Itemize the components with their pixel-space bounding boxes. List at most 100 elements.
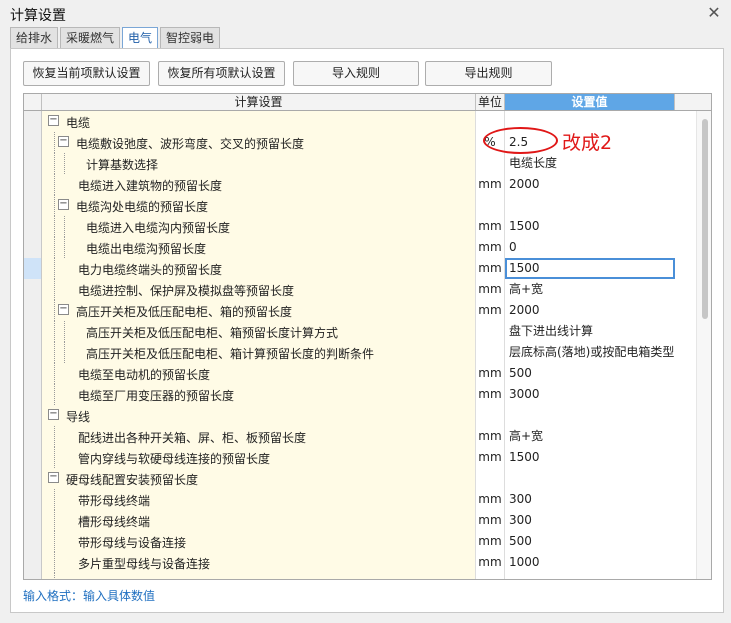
tab-smart-low-voltage[interactable]: 智控弱电 [160, 27, 221, 48]
setting-name-cell[interactable]: 多片重型母线与设备连接 [42, 552, 476, 573]
setting-value-cell[interactable]: 盘下进出线计算 [505, 321, 675, 342]
table-row[interactable]: − 电缆沟处电缆的预留长度 [24, 195, 675, 216]
export-rules-button[interactable]: 导出规则 [425, 61, 552, 86]
row-indicator[interactable] [24, 258, 42, 279]
close-icon[interactable]: ✕ [705, 4, 723, 22]
table-row[interactable]: 电缆进入电缆沟内预留长度 mm 1500 [24, 216, 675, 237]
setting-value-cell[interactable]: 1500 [505, 447, 675, 468]
table-row[interactable]: 配线进出各种开关箱、屏、柜、板预留长度 mm 高+宽 [24, 426, 675, 447]
setting-name-cell[interactable]: 电缆至厂用变压器的预留长度 [42, 384, 476, 405]
row-indicator[interactable] [24, 174, 42, 195]
collapse-icon[interactable]: − [58, 136, 69, 147]
setting-name-cell[interactable]: 电缆至电动机的预留长度 [42, 363, 476, 384]
row-indicator[interactable] [24, 384, 42, 405]
table-row[interactable]: 带形母线终端 mm 300 [24, 489, 675, 510]
tab-plumbing[interactable]: 给排水 [10, 27, 59, 48]
scrollbar-thumb[interactable] [702, 119, 708, 319]
setting-name-cell[interactable]: − 电缆 [42, 111, 476, 132]
table-row[interactable]: 电力电缆终端头的预留长度 mm 1500 [24, 258, 675, 279]
setting-name-cell[interactable]: 配线进出各种开关箱、屏、柜、板预留长度 [42, 426, 476, 447]
setting-name-cell[interactable]: 槽形母线终端 [42, 510, 476, 531]
row-indicator[interactable] [24, 195, 42, 216]
collapse-icon[interactable]: − [48, 409, 59, 420]
row-indicator[interactable] [24, 216, 42, 237]
table-row[interactable]: 高压开关柜及低压配电柜、箱计算预留长度的判断条件 层底标高(落地)或按配电箱类型 [24, 342, 675, 363]
setting-name-cell[interactable]: 带形母线与设备连接 [42, 531, 476, 552]
row-indicator[interactable] [24, 510, 42, 531]
setting-value-cell[interactable]: 300 [505, 489, 675, 510]
setting-value-cell[interactable]: 300 [505, 510, 675, 531]
row-indicator[interactable] [24, 426, 42, 447]
row-indicator[interactable] [24, 573, 42, 579]
table-row[interactable]: 电缆进控制、保护屏及模拟盘等预留长度 mm 高+宽 [24, 279, 675, 300]
row-indicator[interactable] [24, 132, 42, 153]
setting-name-cell[interactable] [42, 573, 476, 579]
table-row[interactable] [24, 573, 675, 579]
setting-name-cell[interactable]: − 导线 [42, 405, 476, 426]
table-row[interactable]: 计算基数选择 电缆长度 [24, 153, 675, 174]
collapse-icon[interactable]: − [58, 304, 69, 315]
setting-value-cell[interactable] [505, 573, 675, 579]
row-indicator[interactable] [24, 321, 42, 342]
setting-value-cell[interactable] [505, 405, 675, 426]
row-indicator[interactable] [24, 300, 42, 321]
setting-value-cell[interactable] [505, 468, 675, 489]
setting-value-cell[interactable]: 2000 [505, 174, 675, 195]
setting-name-cell[interactable]: 电缆进入电缆沟内预留长度 [42, 216, 476, 237]
setting-value-cell[interactable]: 高+宽 [505, 279, 675, 300]
row-indicator[interactable] [24, 237, 42, 258]
row-indicator[interactable] [24, 405, 42, 426]
setting-name-cell[interactable]: − 电缆敷设弛度、波形弯度、交叉的预留长度 [42, 132, 476, 153]
setting-name-cell[interactable]: 高压开关柜及低压配电柜、箱预留长度计算方式 [42, 321, 476, 342]
table-row[interactable]: 带形母线与设备连接 mm 500 [24, 531, 675, 552]
collapse-icon[interactable]: − [58, 199, 69, 210]
setting-value-cell[interactable]: 1500 [505, 258, 675, 279]
table-row[interactable]: 槽形母线终端 mm 300 [24, 510, 675, 531]
setting-value-cell[interactable]: 3000 [505, 384, 675, 405]
restore-current-default-button[interactable]: 恢复当前项默认设置 [23, 61, 150, 86]
collapse-icon[interactable]: − [48, 472, 59, 483]
tab-heating-gas[interactable]: 采暖燃气 [60, 27, 121, 48]
table-row[interactable]: 多片重型母线与设备连接 mm 1000 [24, 552, 675, 573]
import-rules-button[interactable]: 导入规则 [293, 61, 419, 86]
row-indicator[interactable] [24, 153, 42, 174]
setting-value-cell[interactable]: 层底标高(落地)或按配电箱类型 [505, 342, 675, 363]
table-row[interactable]: − 导线 [24, 405, 675, 426]
table-row[interactable]: 电缆至厂用变压器的预留长度 mm 3000 [24, 384, 675, 405]
setting-value-cell[interactable]: 1500 [505, 216, 675, 237]
setting-name-cell[interactable]: − 电缆沟处电缆的预留长度 [42, 195, 476, 216]
row-indicator[interactable] [24, 468, 42, 489]
setting-name-cell[interactable]: 计算基数选择 [42, 153, 476, 174]
table-row[interactable]: 电缆至电动机的预留长度 mm 500 [24, 363, 675, 384]
table-row[interactable]: − 硬母线配置安装预留长度 [24, 468, 675, 489]
setting-name-cell[interactable]: 高压开关柜及低压配电柜、箱计算预留长度的判断条件 [42, 342, 476, 363]
table-row[interactable]: − 高压开关柜及低压配电柜、箱的预留长度 mm 2000 [24, 300, 675, 321]
row-indicator[interactable] [24, 447, 42, 468]
row-indicator[interactable] [24, 279, 42, 300]
setting-value-cell[interactable]: 1000 [505, 552, 675, 573]
row-indicator[interactable] [24, 342, 42, 363]
setting-value-cell[interactable] [505, 195, 675, 216]
setting-value-cell[interactable]: 500 [505, 531, 675, 552]
row-indicator[interactable] [24, 489, 42, 510]
table-row[interactable]: 电缆进入建筑物的预留长度 mm 2000 [24, 174, 675, 195]
table-row[interactable]: 高压开关柜及低压配电柜、箱预留长度计算方式 盘下进出线计算 [24, 321, 675, 342]
row-indicator[interactable] [24, 552, 42, 573]
setting-name-cell[interactable]: 电缆出电缆沟预留长度 [42, 237, 476, 258]
table-row[interactable]: 管内穿线与软硬母线连接的预留长度 mm 1500 [24, 447, 675, 468]
setting-name-cell[interactable]: 管内穿线与软硬母线连接的预留长度 [42, 447, 476, 468]
table-row[interactable]: 电缆出电缆沟预留长度 mm 0 [24, 237, 675, 258]
setting-name-cell[interactable]: 电缆进控制、保护屏及模拟盘等预留长度 [42, 279, 476, 300]
tab-electrical[interactable]: 电气 [122, 27, 159, 49]
row-indicator[interactable] [24, 531, 42, 552]
restore-all-default-button[interactable]: 恢复所有项默认设置 [158, 61, 285, 86]
setting-value-cell[interactable]: 2000 [505, 300, 675, 321]
row-indicator[interactable] [24, 363, 42, 384]
setting-value-cell[interactable]: 500 [505, 363, 675, 384]
setting-name-cell[interactable]: 电力电缆终端头的预留长度 [42, 258, 476, 279]
row-indicator[interactable] [24, 111, 42, 132]
collapse-icon[interactable]: − [48, 115, 59, 126]
setting-name-cell[interactable]: 带形母线终端 [42, 489, 476, 510]
setting-name-cell[interactable]: 电缆进入建筑物的预留长度 [42, 174, 476, 195]
setting-name-cell[interactable]: − 高压开关柜及低压配电柜、箱的预留长度 [42, 300, 476, 321]
